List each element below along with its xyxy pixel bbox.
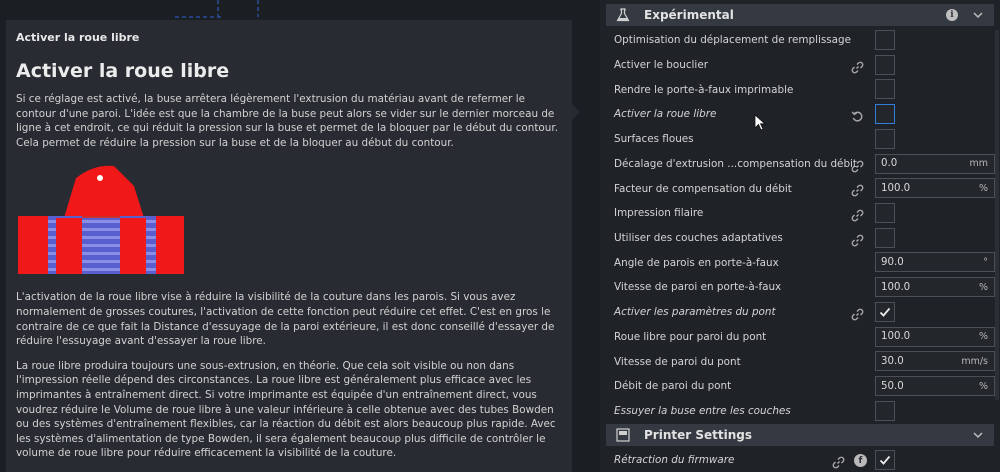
- tooltip-paragraph: La roue libre produira toujours une sous…: [16, 359, 556, 460]
- mouse-cursor-icon: [754, 114, 766, 131]
- coasting-illustration: [18, 166, 184, 275]
- setting-label: Rendre le porte-à-faux imprimable: [614, 83, 794, 96]
- setting-row: Vitesse de paroi du pont 30.0 mm/s: [600, 349, 1000, 374]
- setting-row: Activer les paramètres du pont: [600, 300, 1000, 325]
- field-unit: mm: [969, 158, 988, 170]
- scrollbar[interactable]: [995, 30, 999, 400]
- field-value: 0.0: [881, 158, 898, 170]
- setting-row: Activer le bouclier: [600, 53, 1000, 78]
- field-value: 100.0: [881, 281, 911, 293]
- setting-label: Facteur de compensation du débit: [614, 182, 792, 195]
- setting-label: Vitesse de paroi en porte-à-faux: [614, 281, 782, 294]
- link-icon[interactable]: [851, 59, 864, 74]
- setting-row: Optimisation du déplacement de remplissa…: [600, 28, 1000, 53]
- setting-value-field[interactable]: 100.0%: [875, 277, 995, 298]
- setting-label: Activer le bouclier: [614, 59, 708, 72]
- setting-label: Débit de paroi du pont: [614, 380, 732, 393]
- setting-label: Impression filaire: [614, 207, 704, 220]
- setting-tooltip: Activer la roue libre Activer la roue li…: [6, 20, 572, 472]
- setting-label: Essuyer la buse entre les couches: [614, 405, 791, 418]
- setting-checkbox[interactable]: [875, 128, 895, 149]
- field-unit: %: [978, 182, 988, 194]
- setting-label: Décalage d'extrusion ...compensation du …: [614, 157, 857, 170]
- field-unit: mm/s: [961, 355, 988, 367]
- field-value: 50.0: [881, 380, 904, 392]
- setting-value-field[interactable]: 30.0 mm/s: [875, 351, 995, 372]
- setting-checkbox[interactable]: [875, 79, 895, 100]
- field-unit: %: [978, 281, 988, 293]
- chevron-down-icon[interactable]: [972, 9, 984, 21]
- setting-label: Vitesse de paroi du pont: [614, 355, 741, 368]
- section-header-experimental[interactable]: Expérimental i: [606, 4, 994, 26]
- setting-label: Utiliser des couches adaptatives: [614, 232, 783, 245]
- setting-checkbox[interactable]: [875, 30, 895, 50]
- setting-row: Surfaces floues: [600, 127, 1000, 152]
- setting-row: Angle de parois en porte-à-faux 90.0 °: [600, 250, 1000, 275]
- chevron-down-icon[interactable]: [972, 429, 984, 441]
- field-unit: %: [978, 380, 988, 392]
- printer-icon: [616, 428, 630, 442]
- setting-label: Surfaces floues: [614, 133, 694, 146]
- setting-label: Angle de parois en porte-à-faux: [614, 256, 779, 269]
- setting-checkbox[interactable]: [875, 104, 895, 125]
- setting-row: Vitesse de paroi en porte-à-faux 100.0%: [600, 275, 1000, 300]
- setting-row: Facteur de compensation du débit 100.0%: [600, 176, 1000, 201]
- section-title: Expérimental: [644, 8, 734, 22]
- setting-row: Rendre le porte-à-faux imprimable: [600, 77, 1000, 102]
- viewport-grid-lines: [175, 0, 259, 18]
- check-icon: [878, 305, 892, 319]
- setting-row: Activer la roue libre: [600, 102, 1000, 127]
- link-icon[interactable]: [832, 454, 845, 469]
- setting-label: Activer la roue libre: [614, 108, 717, 121]
- link-icon[interactable]: [851, 232, 864, 247]
- setting-value-field[interactable]: 90.0 °: [875, 252, 995, 273]
- setting-label: Roue libre pour paroi du pont: [614, 330, 767, 343]
- link-icon[interactable]: [851, 158, 864, 172]
- link-icon[interactable]: [851, 207, 864, 222]
- setting-checkbox[interactable]: [875, 54, 895, 75]
- setting-label: Rétraction du firmware: [614, 454, 735, 467]
- setting-label: Activer les paramètres du pont: [614, 306, 776, 319]
- function-icon[interactable]: f: [854, 454, 867, 467]
- setting-row: Utiliser des couches adaptatives: [600, 226, 1000, 251]
- tooltip-paragraph: L'activation de la roue libre vise à réd…: [16, 291, 555, 348]
- field-value: 30.0: [881, 355, 904, 367]
- info-icon[interactable]: i: [946, 9, 958, 21]
- check-icon: [878, 453, 892, 467]
- setting-checkbox[interactable]: [875, 203, 895, 224]
- setting-value-field[interactable]: 0.0 mm: [875, 153, 995, 174]
- setting-value-field[interactable]: 50.0%: [875, 376, 995, 397]
- setting-checkbox[interactable]: [875, 400, 895, 421]
- setting-checkbox[interactable]: [875, 450, 895, 470]
- setting-row: Décalage d'extrusion ...compensation du …: [600, 152, 1000, 177]
- setting-value-field[interactable]: 100.0%: [875, 326, 995, 347]
- tooltip-header: Activer la roue libre: [16, 31, 140, 44]
- reset-icon[interactable]: [851, 108, 864, 122]
- link-icon[interactable]: [851, 182, 864, 197]
- field-value: 90.0: [881, 256, 904, 268]
- setting-row: Débit de paroi du pont 50.0%: [600, 374, 1000, 399]
- tooltip-paragraph: Si ce réglage est activé, la buse arrête…: [16, 93, 558, 149]
- setting-checkbox[interactable]: [875, 227, 895, 248]
- field-value: 100.0: [881, 331, 911, 343]
- setting-checkbox[interactable]: [875, 301, 895, 322]
- setting-value-field[interactable]: 100.0%: [875, 178, 995, 199]
- field-unit: °: [983, 256, 988, 268]
- field-unit: %: [978, 331, 988, 343]
- setting-row: Rétraction du firmware f: [600, 448, 1000, 472]
- field-value: 100.0: [881, 182, 911, 194]
- setting-row: Essuyer la buse entre les couches: [600, 399, 1000, 424]
- section-header-printer-settings[interactable]: Printer Settings: [606, 424, 994, 446]
- tooltip-pointer: [572, 104, 580, 120]
- print-settings-panel: Expérimental i Optimisation du déplaceme…: [600, 0, 1000, 472]
- setting-row: Roue libre pour paroi du pont 100.0%: [600, 325, 1000, 350]
- flask-icon: [616, 8, 630, 22]
- setting-label: Optimisation du déplacement de remplissa…: [614, 34, 852, 47]
- tooltip-title: Activer la roue libre: [16, 60, 230, 82]
- setting-row: Impression filaire: [600, 201, 1000, 226]
- section-title: Printer Settings: [644, 428, 752, 442]
- link-icon[interactable]: [851, 306, 864, 321]
